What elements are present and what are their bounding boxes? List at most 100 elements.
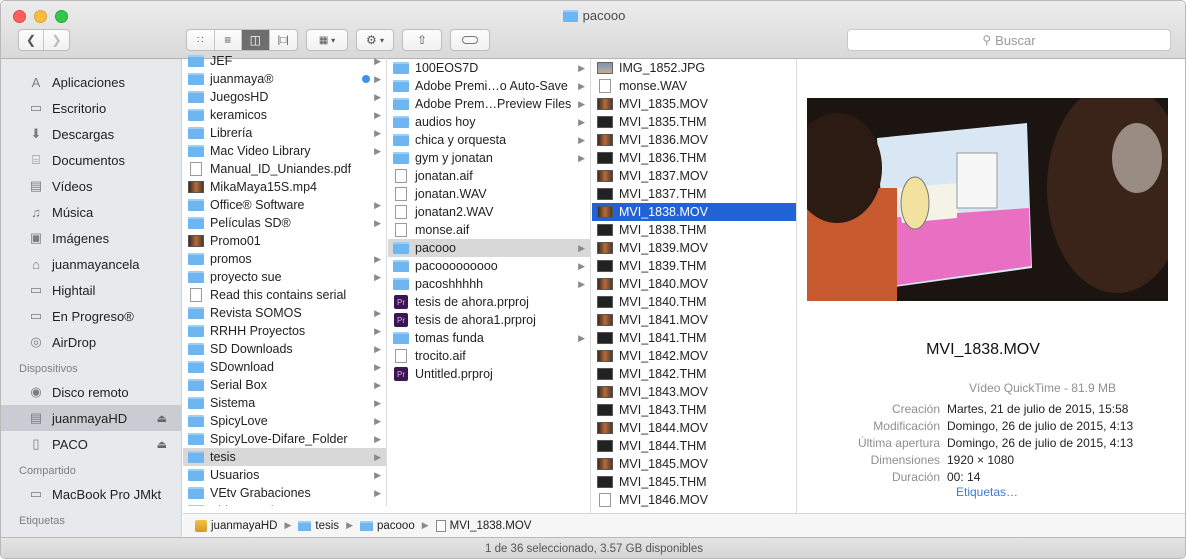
list-item[interactable]: MVI_1838.THM (592, 221, 796, 239)
sidebar-item-en-progreso-[interactable]: ▭ En Progreso® (1, 303, 181, 329)
list-item[interactable]: Películas SD® ▶ (183, 214, 386, 232)
list-item[interactable]: MVI_1845.THM (592, 473, 796, 491)
list-item[interactable]: MVI_1836.THM (592, 149, 796, 167)
list-item[interactable]: Adobe Premi…o Auto-Save ▶ (388, 77, 590, 95)
list-item[interactable]: Pr Untitled.prproj (388, 365, 590, 383)
list-item[interactable]: MVI_1844.THM (592, 437, 796, 455)
list-item[interactable]: keramicos ▶ (183, 106, 386, 124)
list-item[interactable]: Serial Box ▶ (183, 376, 386, 394)
sidebar-item-paco[interactable]: ▯ PACO ⏏ (1, 431, 181, 457)
sidebar-item-im-genes[interactable]: ▣ Imágenes (1, 225, 181, 251)
list-item[interactable]: SD Downloads ▶ (183, 340, 386, 358)
list-item[interactable]: Promo01 (183, 232, 386, 250)
sidebar-item-descargas[interactable]: ⬇ Descargas (1, 121, 181, 147)
list-item[interactable]: MVI_1835.THM (592, 113, 796, 131)
list-item[interactable]: proyecto sue ▶ (183, 268, 386, 286)
add-tags-link[interactable]: Etiquetas… (956, 485, 1185, 499)
list-item[interactable]: MVI_1842.MOV (592, 347, 796, 365)
list-item[interactable]: MVI_1837.THM (592, 185, 796, 203)
list-item[interactable]: MVI_1842.THM (592, 365, 796, 383)
list-item[interactable]: Librería ▶ (183, 124, 386, 142)
list-item[interactable]: juanmaya® ▶ (183, 70, 386, 88)
path-segment[interactable]: juanmayaHD (211, 520, 277, 532)
list-item[interactable]: MVI_1843.THM (592, 401, 796, 419)
list-item[interactable]: RRHH Proyectos ▶ (183, 322, 386, 340)
list-item[interactable]: Office® Software ▶ (183, 196, 386, 214)
sidebar-item-disco-remoto[interactable]: ◉ Disco remoto (1, 379, 181, 405)
list-item[interactable]: MikaMaya15S.mp4 (183, 178, 386, 196)
list-item[interactable]: Manual_ID_Uniandes.pdf (183, 160, 386, 178)
icon-view-button[interactable]: ∷ (187, 30, 215, 50)
list-item[interactable]: SpicyLove ▶ (183, 412, 386, 430)
list-item[interactable]: pacooooooooo ▶ (388, 257, 590, 275)
list-item[interactable]: MVI_1839.THM (592, 257, 796, 275)
list-item[interactable]: pacoshhhhh ▶ (388, 275, 590, 293)
list-item[interactable]: Read this contains serial (183, 286, 386, 304)
list-item[interactable]: MVI_1837.MOV (592, 167, 796, 185)
list-item[interactable]: pacooo ▶ (388, 239, 590, 257)
action-button[interactable]: ⚙ ▾ (356, 29, 394, 51)
list-item[interactable]: tesis ▶ (183, 448, 386, 466)
sidebar-item-documentos[interactable]: ⌸ Documentos (1, 147, 181, 173)
list-item[interactable]: MVI_1841.MOV (592, 311, 796, 329)
list-item[interactable]: monse.aif (388, 221, 590, 239)
eject-icon[interactable]: ⏏ (157, 412, 167, 425)
list-item[interactable]: Video Arquitectura ▶ (183, 502, 386, 506)
coverflow-view-button[interactable]: |□| (270, 30, 297, 50)
sidebar-item-hightail[interactable]: ▭ Hightail (1, 277, 181, 303)
list-item[interactable]: MVI_1843.MOV (592, 383, 796, 401)
list-item[interactable]: MVI_1846.MOV (592, 491, 796, 509)
forward-button[interactable]: ❯ (44, 30, 69, 50)
list-item[interactable]: gym y jonatan ▶ (388, 149, 590, 167)
tags-button[interactable] (450, 29, 490, 51)
sidebar-item-airdrop[interactable]: ◎ AirDrop (1, 329, 181, 355)
share-button[interactable]: ⇧ (402, 29, 442, 51)
list-item[interactable]: MVI_1844.MOV (592, 419, 796, 437)
list-item[interactable]: VEtv Grabaciones ▶ (183, 484, 386, 502)
search-field[interactable]: ⚲ Buscar (847, 29, 1171, 51)
sidebar-item-juanmayancela[interactable]: ⌂ juanmayancela (1, 251, 181, 277)
list-item[interactable]: 100EOS7D ▶ (388, 59, 590, 77)
list-item[interactable]: Mac Video Library ▶ (183, 142, 386, 160)
list-view-button[interactable]: ≡ (215, 30, 242, 50)
sidebar-item-macbook-pro-jmkt[interactable]: ▭ MacBook Pro JMkt (1, 481, 181, 507)
path-segment[interactable]: tesis (315, 520, 339, 532)
list-item[interactable]: Sistema ▶ (183, 394, 386, 412)
path-segment[interactable]: MVI_1838.MOV (450, 520, 532, 532)
sidebar-item-v-deos[interactable]: ▤ Vídeos (1, 173, 181, 199)
sidebar-item-juanmayahd[interactable]: ▤ juanmayaHD ⏏ (1, 405, 181, 431)
list-item[interactable]: jonatan.aif (388, 167, 590, 185)
list-item[interactable]: monse.WAV (592, 77, 796, 95)
list-item[interactable]: Revista SOMOS ▶ (183, 304, 386, 322)
list-item[interactable]: jonatan2.WAV (388, 203, 590, 221)
list-item[interactable]: Pr tesis de ahora.prproj (388, 293, 590, 311)
list-item[interactable]: MVI_1835.MOV (592, 95, 796, 113)
list-item[interactable]: Adobe Prem…Preview Files ▶ (388, 95, 590, 113)
list-item[interactable]: JuegosHD ▶ (183, 88, 386, 106)
sidebar-item-escritorio[interactable]: ▭ Escritorio (1, 95, 181, 121)
sidebar-item-aplicaciones[interactable]: A Aplicaciones (1, 69, 181, 95)
list-item[interactable]: trocito.aif (388, 347, 590, 365)
arrange-button[interactable]: ▦ ▾ (306, 29, 348, 51)
list-item[interactable]: MVI_1840.MOV (592, 275, 796, 293)
list-item[interactable]: MVI_1845.MOV (592, 455, 796, 473)
list-item[interactable]: MVI_1839.MOV (592, 239, 796, 257)
list-item[interactable]: promos ▶ (183, 250, 386, 268)
sidebar-item-m-sica[interactable]: ♫ Música (1, 199, 181, 225)
list-item[interactable]: MVI_1836.MOV (592, 131, 796, 149)
back-button[interactable]: ❮ (19, 30, 45, 50)
list-item[interactable]: Pr tesis de ahora1.prproj (388, 311, 590, 329)
list-item[interactable]: SpicyLove-Difare_Folder ▶ (183, 430, 386, 448)
list-item[interactable]: MVI_1838.MOV (592, 203, 796, 221)
list-item[interactable]: chica y orquesta ▶ (388, 131, 590, 149)
list-item[interactable]: JEF ▶ (183, 52, 386, 70)
list-item[interactable]: MVI_1841.THM (592, 329, 796, 347)
list-item[interactable]: SDownload ▶ (183, 358, 386, 376)
list-item[interactable]: MVI_1840.THM (592, 293, 796, 311)
column-view-button[interactable]: ◫ (242, 30, 270, 50)
path-segment[interactable]: pacooo (377, 520, 415, 532)
eject-icon[interactable]: ⏏ (157, 438, 167, 451)
list-item[interactable]: IMG_1852.JPG (592, 59, 796, 77)
list-item[interactable]: tomas funda ▶ (388, 329, 590, 347)
list-item[interactable]: audios hoy ▶ (388, 113, 590, 131)
